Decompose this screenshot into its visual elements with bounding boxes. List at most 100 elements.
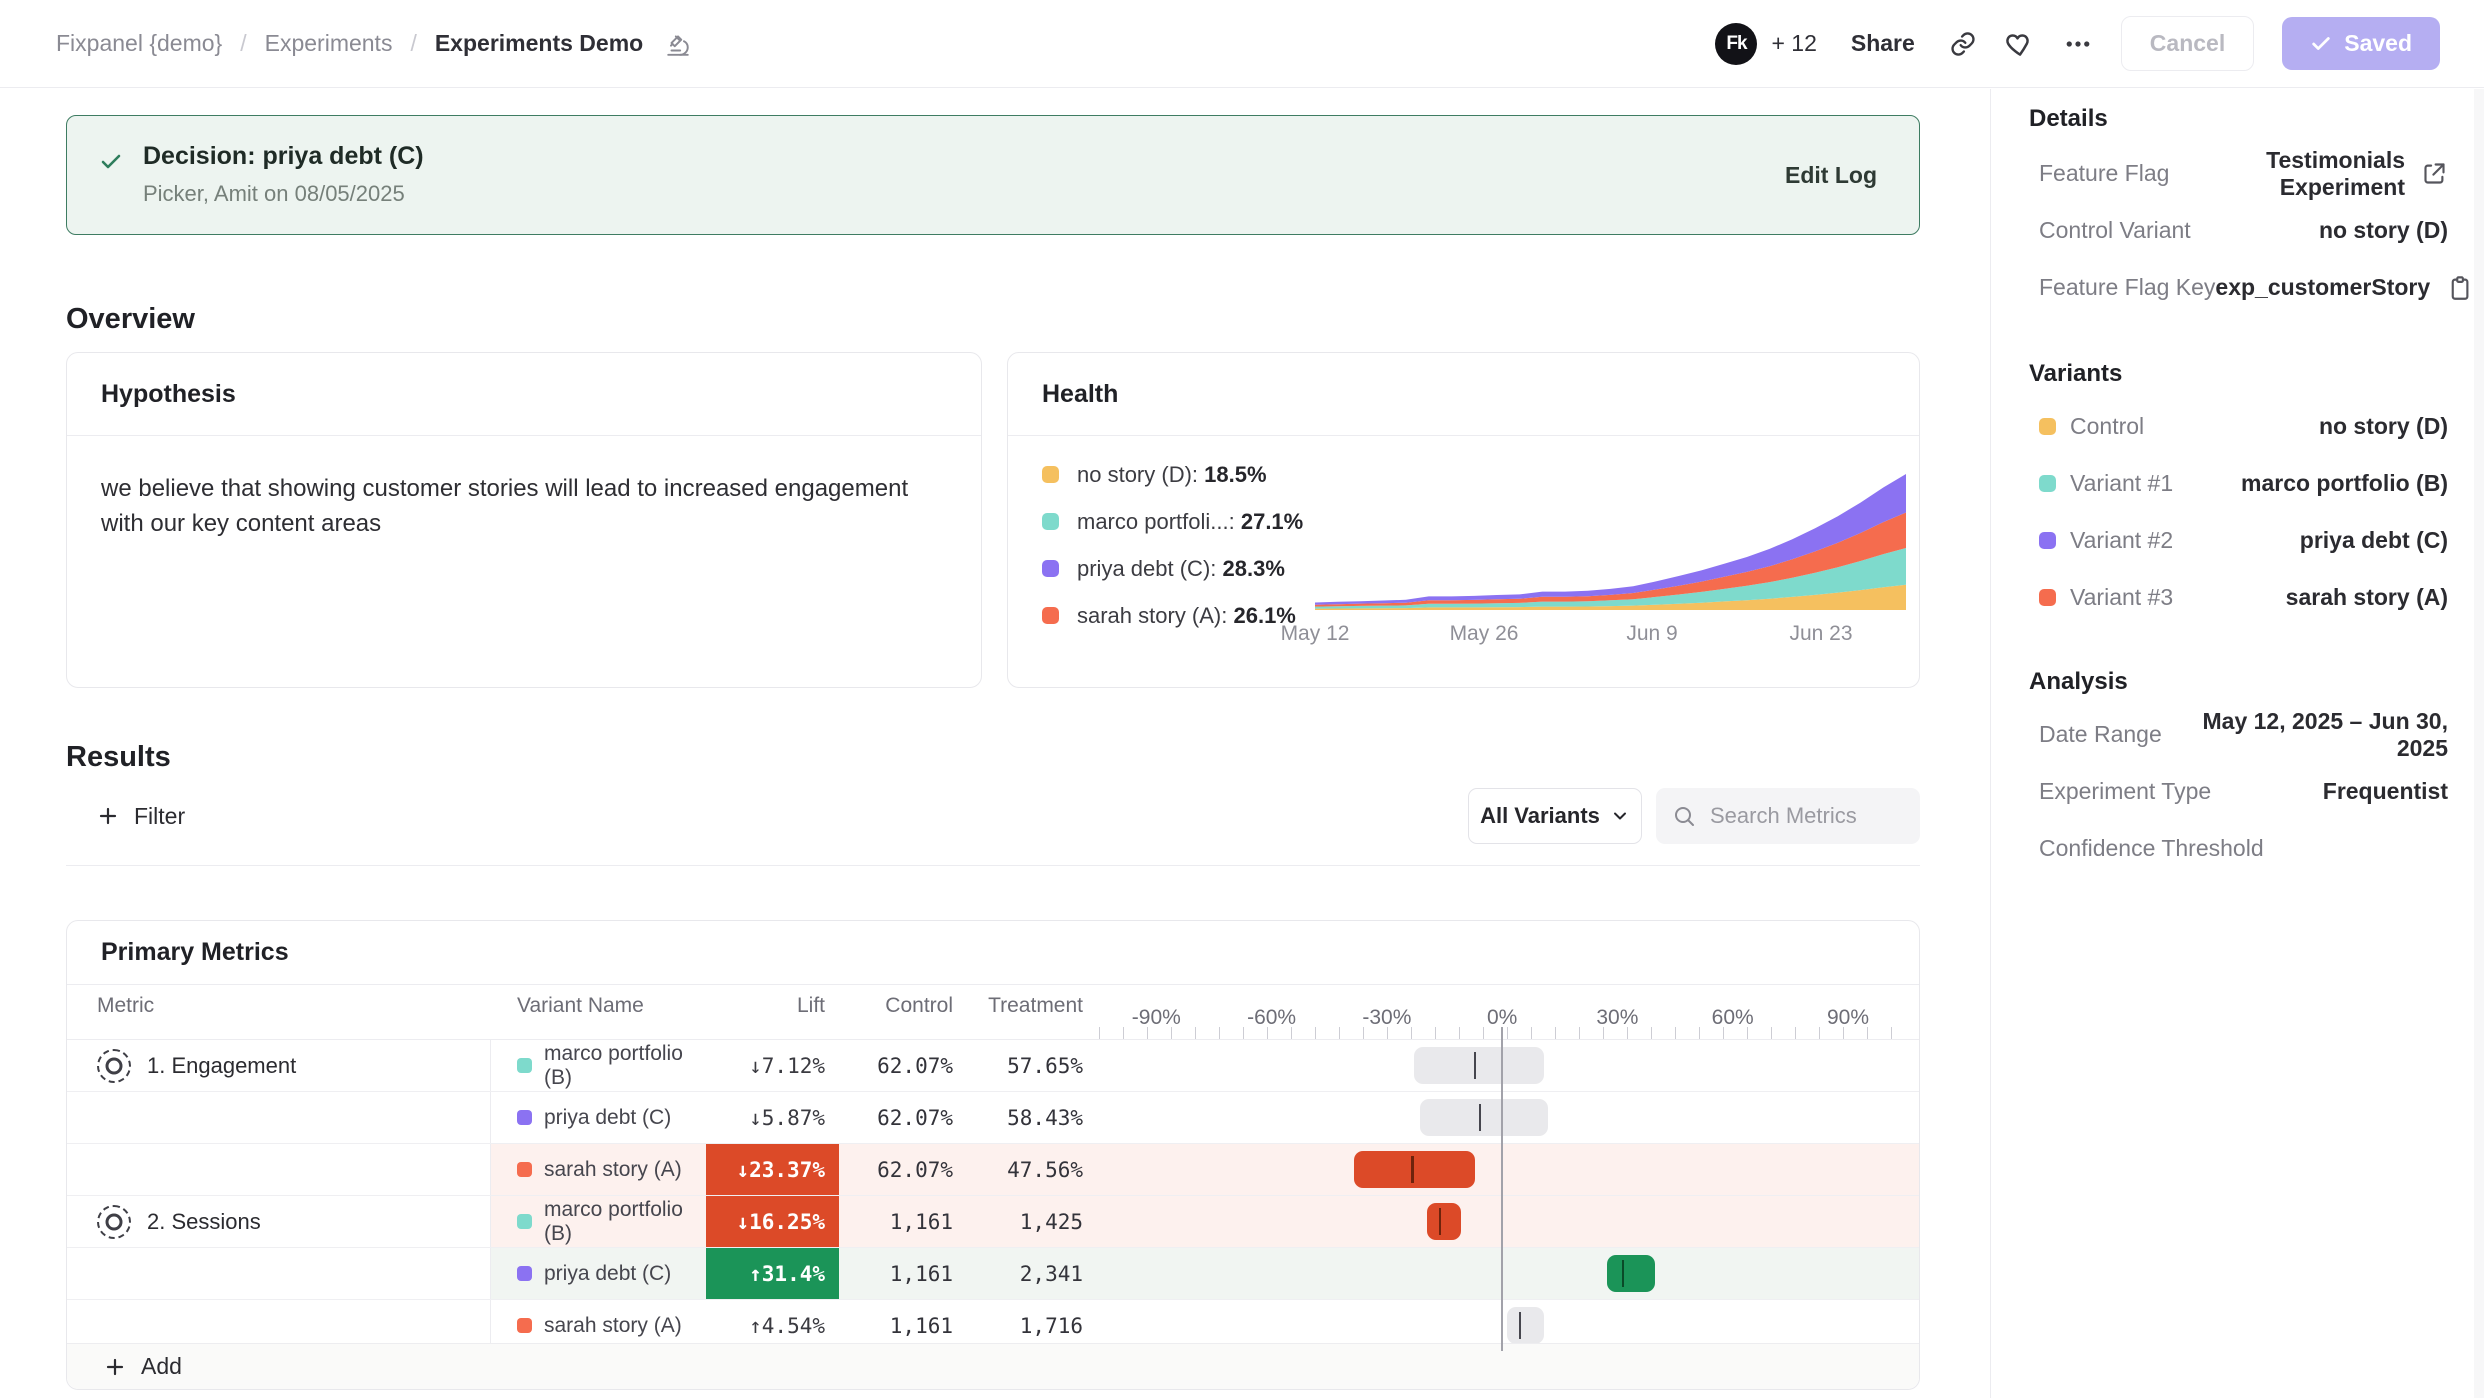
detail-value: Testimonials Experiment: [2169, 147, 2405, 201]
goal-target-icon: [97, 1205, 131, 1239]
detail-label: Control Variant: [2039, 217, 2191, 244]
metric-cell: [67, 1092, 491, 1143]
lift-marker: [1411, 1156, 1414, 1183]
axis-tick: [1651, 1027, 1652, 1039]
legend-color-chip: [1042, 607, 1059, 624]
metric-row[interactable]: priya debt (C)↓5.87%62.07%58.43%: [67, 1091, 1919, 1143]
variant-color-chip: [517, 1214, 532, 1229]
health-title: Health: [1008, 353, 1919, 417]
lift-cell: ↓16.25%: [706, 1196, 839, 1247]
saved-button[interactable]: Saved: [2282, 17, 2440, 70]
variant-label: Control: [2070, 413, 2144, 440]
variant-row: Variant #2priya debt (C): [2039, 512, 2448, 569]
variant-value: sarah story (A): [2286, 584, 2448, 611]
lift-badge: ↓23.37%: [706, 1144, 839, 1195]
confidence-interval-bar: [1420, 1099, 1549, 1136]
metric-row[interactable]: 2. Sessions marco portfolio (B)↓16.25%1,1…: [67, 1195, 1919, 1247]
search-metrics-box[interactable]: [1656, 788, 1920, 844]
metric-label: 1. Engagement: [147, 1053, 296, 1079]
variants-dropdown[interactable]: All Variants: [1468, 788, 1642, 844]
control-value: 1,161: [839, 1196, 963, 1247]
detail-value: no story (D): [2319, 217, 2448, 244]
microscope-icon: [665, 31, 691, 57]
axis-tick: [1171, 1027, 1172, 1039]
detail-value: exp_customerStory: [2215, 274, 2430, 301]
axis-tick: [1867, 1027, 1868, 1039]
health-card: Health no story (D): 18.5% marco portfoli…: [1007, 352, 1920, 688]
detail-label: Feature Flag: [2039, 160, 2169, 187]
lift-marker: [1439, 1208, 1442, 1235]
copy-link-icon[interactable]: [1949, 30, 1977, 58]
legend-color-chip: [1042, 513, 1059, 530]
control-value: 62.07%: [839, 1092, 963, 1143]
axis-tick: [1195, 1027, 1196, 1039]
cancel-button[interactable]: Cancel: [2121, 16, 2254, 71]
favorite-heart-icon[interactable]: [2005, 29, 2035, 59]
scrollbar[interactable]: [2474, 89, 2484, 1398]
decision-title: Decision: priya debt (C): [143, 144, 424, 169]
axis-tick: [1267, 1027, 1268, 1039]
legend-label: marco portfoli...: 27.1%: [1077, 509, 1303, 535]
treatment-value: 58.43%: [963, 1092, 1091, 1143]
add-filter-button[interactable]: Filter: [90, 788, 191, 844]
axis-tick: [1843, 1027, 1844, 1039]
variant-name: sarah story (A): [544, 1158, 682, 1182]
overview-heading: Overview: [66, 303, 195, 336]
confidence-interval-cell: [1091, 1040, 1920, 1091]
legend-item: no story (D): 18.5%: [1042, 460, 1303, 489]
hypothesis-title: Hypothesis: [67, 353, 981, 417]
metric-row[interactable]: sarah story (A)↓23.37%62.07%47.56%: [67, 1143, 1919, 1195]
variant-value: marco portfolio (B): [2241, 470, 2448, 497]
share-button[interactable]: Share: [1845, 29, 1921, 58]
collaborators-count[interactable]: + 12: [1771, 30, 1816, 57]
axis-tick: [1603, 1027, 1604, 1039]
avatar[interactable]: Fk: [1715, 23, 1757, 65]
metric-row[interactable]: 1. Engagementmarco portfolio (B)↓7.12%62…: [67, 1039, 1919, 1091]
variants-heading: Variants: [2029, 360, 2448, 388]
legend-item: marco portfoli...: 27.1%: [1042, 507, 1303, 536]
axis-tick: [1219, 1027, 1220, 1039]
variant-name: marco portfolio (B): [544, 1198, 706, 1246]
analysis-label: Confidence Threshold: [2039, 835, 2264, 862]
metric-row[interactable]: priya debt (C)↑31.4%1,1612,341: [67, 1247, 1919, 1299]
add-metric-button[interactable]: Add: [97, 1352, 188, 1381]
axis-tick: [1291, 1027, 1292, 1039]
axis-tick: [1531, 1027, 1532, 1039]
axis-tick: [1123, 1027, 1124, 1039]
metric-cell: 1. Engagement: [67, 1040, 491, 1091]
treatment-value: 2,341: [963, 1248, 1091, 1299]
lift-value: ↑4.54%: [706, 1314, 839, 1338]
details-rows: Feature FlagTestimonials Experiment Contr…: [2029, 145, 2448, 316]
control-value: 62.07%: [839, 1040, 963, 1091]
search-metrics-input[interactable]: [1708, 802, 1904, 830]
analysis-heading: Analysis: [2029, 668, 2448, 696]
x-axis-label: May 12: [1281, 622, 1350, 646]
analysis-label: Experiment Type: [2039, 778, 2211, 805]
legend-color-chip: [1042, 466, 1059, 483]
legend-color-chip: [1042, 560, 1059, 577]
analysis-value: May 12, 2025 – Jun 30, 2025: [2162, 708, 2448, 762]
edit-log-button[interactable]: Edit Log: [1779, 161, 1883, 190]
breadcrumb-separator: /: [240, 30, 246, 57]
confidence-interval-cell: [1091, 1144, 1920, 1195]
primary-metrics-title: Primary Metrics: [67, 921, 1919, 985]
table-header: Metric Variant Name Lift Control Treatme…: [67, 985, 1919, 1027]
plus-icon: [103, 1355, 127, 1379]
metric-cell: 2. Sessions: [67, 1196, 491, 1247]
breadcrumb-experiments[interactable]: Experiments: [265, 30, 393, 57]
variants-rows: Controlno story (D)Variant #1marco portf…: [2029, 398, 2448, 626]
lift-badge: ↓16.25%: [706, 1196, 839, 1247]
variant-cell: marco portfolio (B): [491, 1196, 706, 1247]
more-options-icon[interactable]: [2063, 29, 2093, 59]
variant-row: Variant #1marco portfolio (B): [2039, 455, 2448, 512]
variant-name: marco portfolio (B): [544, 1042, 706, 1090]
metrics-table-body: 1. Engagementmarco portfolio (B)↓7.12%62…: [67, 1039, 1919, 1351]
analysis-row: Experiment Type Frequentist: [2039, 763, 2448, 820]
axis-tick: [1747, 1027, 1748, 1039]
breadcrumb-project[interactable]: Fixpanel {demo}: [56, 30, 222, 57]
variant-color-chip: [517, 1110, 532, 1125]
analysis-value: Frequentist: [2323, 778, 2448, 805]
external-link-icon[interactable]: [2421, 160, 2448, 187]
axis-tick: [1459, 1027, 1460, 1039]
clipboard-icon[interactable]: [2446, 274, 2473, 301]
